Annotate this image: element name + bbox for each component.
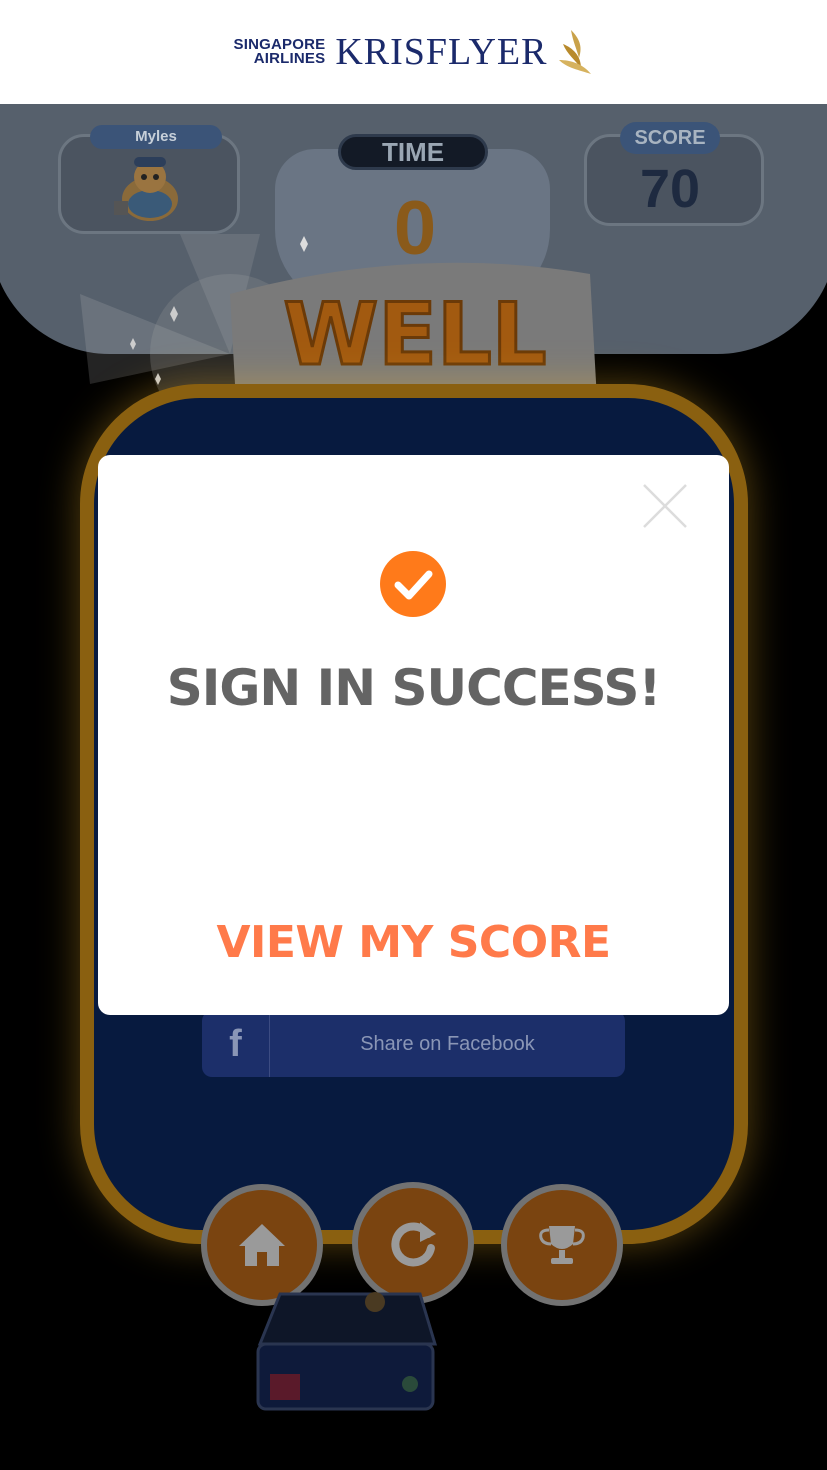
score-label: SCORE [620, 122, 720, 154]
share-facebook-button[interactable]: f Share on Facebook [202, 1011, 625, 1077]
hamster-avatar [114, 157, 178, 221]
replay-icon [391, 1222, 436, 1267]
program-name: KRISFLYER [335, 31, 548, 73]
svg-text:WELL: WELL [283, 285, 546, 385]
krisflyer-logo: SINGAPORE AIRLINES KRISFLYER [234, 28, 594, 76]
share-facebook-label: Share on Facebook [360, 1032, 535, 1055]
check-circle-icon [380, 551, 446, 617]
close-icon[interactable] [640, 481, 690, 531]
bird-logo-icon [559, 30, 592, 74]
home-icon [239, 1224, 285, 1266]
dialog-title: SIGN IN SUCCESS! [166, 659, 662, 717]
suitcase-illustration [256, 1292, 438, 1411]
view-my-score-button[interactable]: VIEW MY SCORE [98, 913, 729, 973]
trophy-icon [539, 1226, 585, 1264]
app-header: SINGAPORE AIRLINES KRISFLYER [0, 0, 827, 104]
leaderboard-button[interactable] [501, 1184, 623, 1306]
time-label: TIME [338, 134, 488, 170]
facebook-icon: f [202, 1011, 270, 1077]
airline-name-line2: AIRLINES [253, 50, 326, 67]
player-name: Myles [90, 125, 222, 149]
score-value: 70 [639, 159, 701, 219]
airline-name: SINGAPORE AIRLINES [234, 37, 326, 67]
